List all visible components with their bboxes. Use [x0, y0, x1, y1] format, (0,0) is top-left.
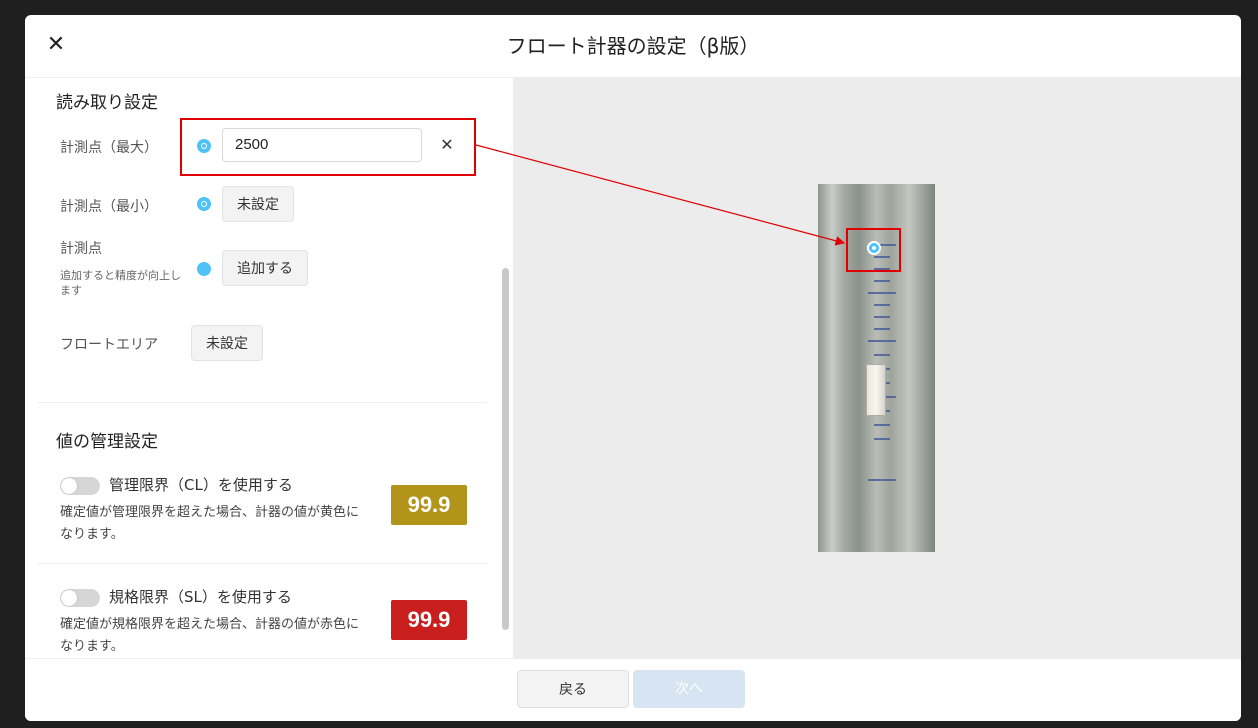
scale-tick — [868, 340, 896, 342]
point-marker-icon — [197, 262, 211, 276]
min-point-button[interactable]: 未設定 — [222, 186, 294, 222]
sl-toggle[interactable] — [60, 589, 100, 607]
max-point-label: 計測点（最大） — [60, 140, 158, 156]
min-point-marker-icon — [197, 197, 211, 211]
cl-toggle[interactable] — [60, 477, 100, 495]
sl-toggle-label: 規格限界（SL）を使用する — [109, 588, 292, 606]
scale-tick — [874, 424, 890, 426]
dialog-footer: 戻る 次へ — [25, 658, 1241, 721]
scale-tick — [874, 438, 890, 440]
scale-tick — [874, 328, 890, 330]
management-section-title: 値の管理設定 — [56, 432, 158, 452]
close-icon[interactable]: ✕ — [44, 33, 68, 57]
image-preview-panel — [513, 78, 1241, 658]
float-area-label: フロートエリア — [60, 337, 158, 353]
point-note: 追加すると精度が向上します — [60, 269, 181, 297]
add-point-button[interactable]: 追加する — [222, 250, 308, 286]
marker-highlight-box — [846, 228, 901, 272]
sl-description: 確定値が規格限界を超えた場合、計器の値が赤色になります。 — [60, 617, 360, 654]
cl-badge: 99.9 — [391, 485, 467, 525]
section-divider — [37, 563, 487, 564]
cl-toggle-label: 管理限界（CL）を使用する — [109, 476, 293, 494]
cl-description: 確定値が管理限界を超えた場合、計器の値が黄色になります。 — [60, 505, 360, 542]
scale-tick — [868, 479, 896, 481]
dialog-header: フロート計器の設定（β版） ✕ — [25, 15, 1241, 78]
next-button[interactable]: 次へ — [633, 670, 745, 708]
settings-panel: 読み取り設定 計測点（最大） 2500 ✕ 計測点（最小） 未設定 計測点 追加… — [25, 78, 512, 658]
min-point-label: 計測点（最小） — [60, 199, 158, 215]
scale-tick — [868, 292, 896, 294]
point-label: 計測点 — [60, 241, 102, 257]
float-area-button[interactable]: 未設定 — [191, 325, 263, 361]
scale-tick — [874, 354, 890, 356]
sl-badge: 99.9 — [391, 600, 467, 640]
scrollbar[interactable] — [502, 268, 509, 630]
reading-section-title: 読み取り設定 — [56, 93, 158, 113]
scale-tick — [874, 316, 890, 318]
scale-tick — [874, 280, 890, 282]
highlight-box — [180, 118, 476, 176]
scale-tick — [874, 304, 890, 306]
section-divider — [37, 402, 487, 403]
back-button[interactable]: 戻る — [517, 670, 629, 708]
float-element — [866, 364, 886, 416]
gauge-settings-dialog: フロート計器の設定（β版） ✕ 読み取り設定 計測点（最大） 2500 ✕ 計測… — [25, 15, 1241, 721]
dialog-title: フロート計器の設定（β版） — [506, 34, 760, 58]
